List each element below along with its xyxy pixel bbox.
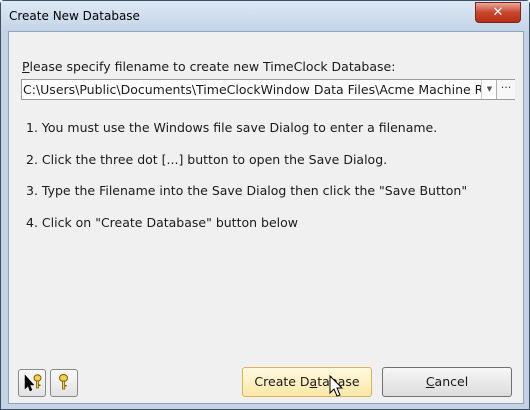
filename-prompt: Please specify filename to create new Ti…: [22, 59, 395, 74]
help-key-icon: [59, 374, 68, 390]
instruction-step-1: 1. You must use the Windows file save Di…: [26, 120, 438, 135]
window-title: Create New Database: [9, 9, 140, 23]
browse-button[interactable]: ···: [496, 80, 515, 99]
create-new-database-dialog: Create New Database ✕ Please specify fil…: [0, 0, 530, 410]
instruction-step-2: 2. Click the three dot [...] button to o…: [26, 152, 388, 167]
prompt-accelerator: P: [22, 59, 30, 74]
cancel-label-accelerator: C: [425, 374, 435, 389]
create-label-prefix: Create D: [254, 374, 310, 389]
filename-field[interactable]: C:\Users\Public\Documents\TimeClockWindo…: [23, 82, 481, 98]
title-bar[interactable]: Create New Database ✕: [1, 1, 529, 31]
mouse-pointer-icon: [329, 375, 344, 397]
pointer-help-icon: [24, 374, 42, 392]
create-database-button[interactable]: Create Database: [242, 367, 372, 397]
instruction-step-4: 4. Click on "Create Database" button bel…: [26, 215, 298, 230]
cancel-label-suffix: ancel: [434, 374, 469, 389]
prompt-text: lease specify filename to create new Tim…: [29, 59, 396, 74]
filename-combobox[interactable]: C:\Users\Public\Documents\TimeClockWindo…: [21, 79, 515, 100]
close-button[interactable]: ✕: [475, 2, 521, 23]
whats-this-button[interactable]: [18, 369, 46, 397]
instruction-step-3: 3. Type the Filename into the Save Dialo…: [26, 183, 468, 198]
dropdown-arrow-icon[interactable]: ▼: [481, 80, 497, 99]
help-button[interactable]: [50, 369, 78, 397]
cancel-button[interactable]: Cancel: [382, 367, 512, 397]
dialog-body: Please specify filename to create new Ti…: [8, 31, 524, 404]
